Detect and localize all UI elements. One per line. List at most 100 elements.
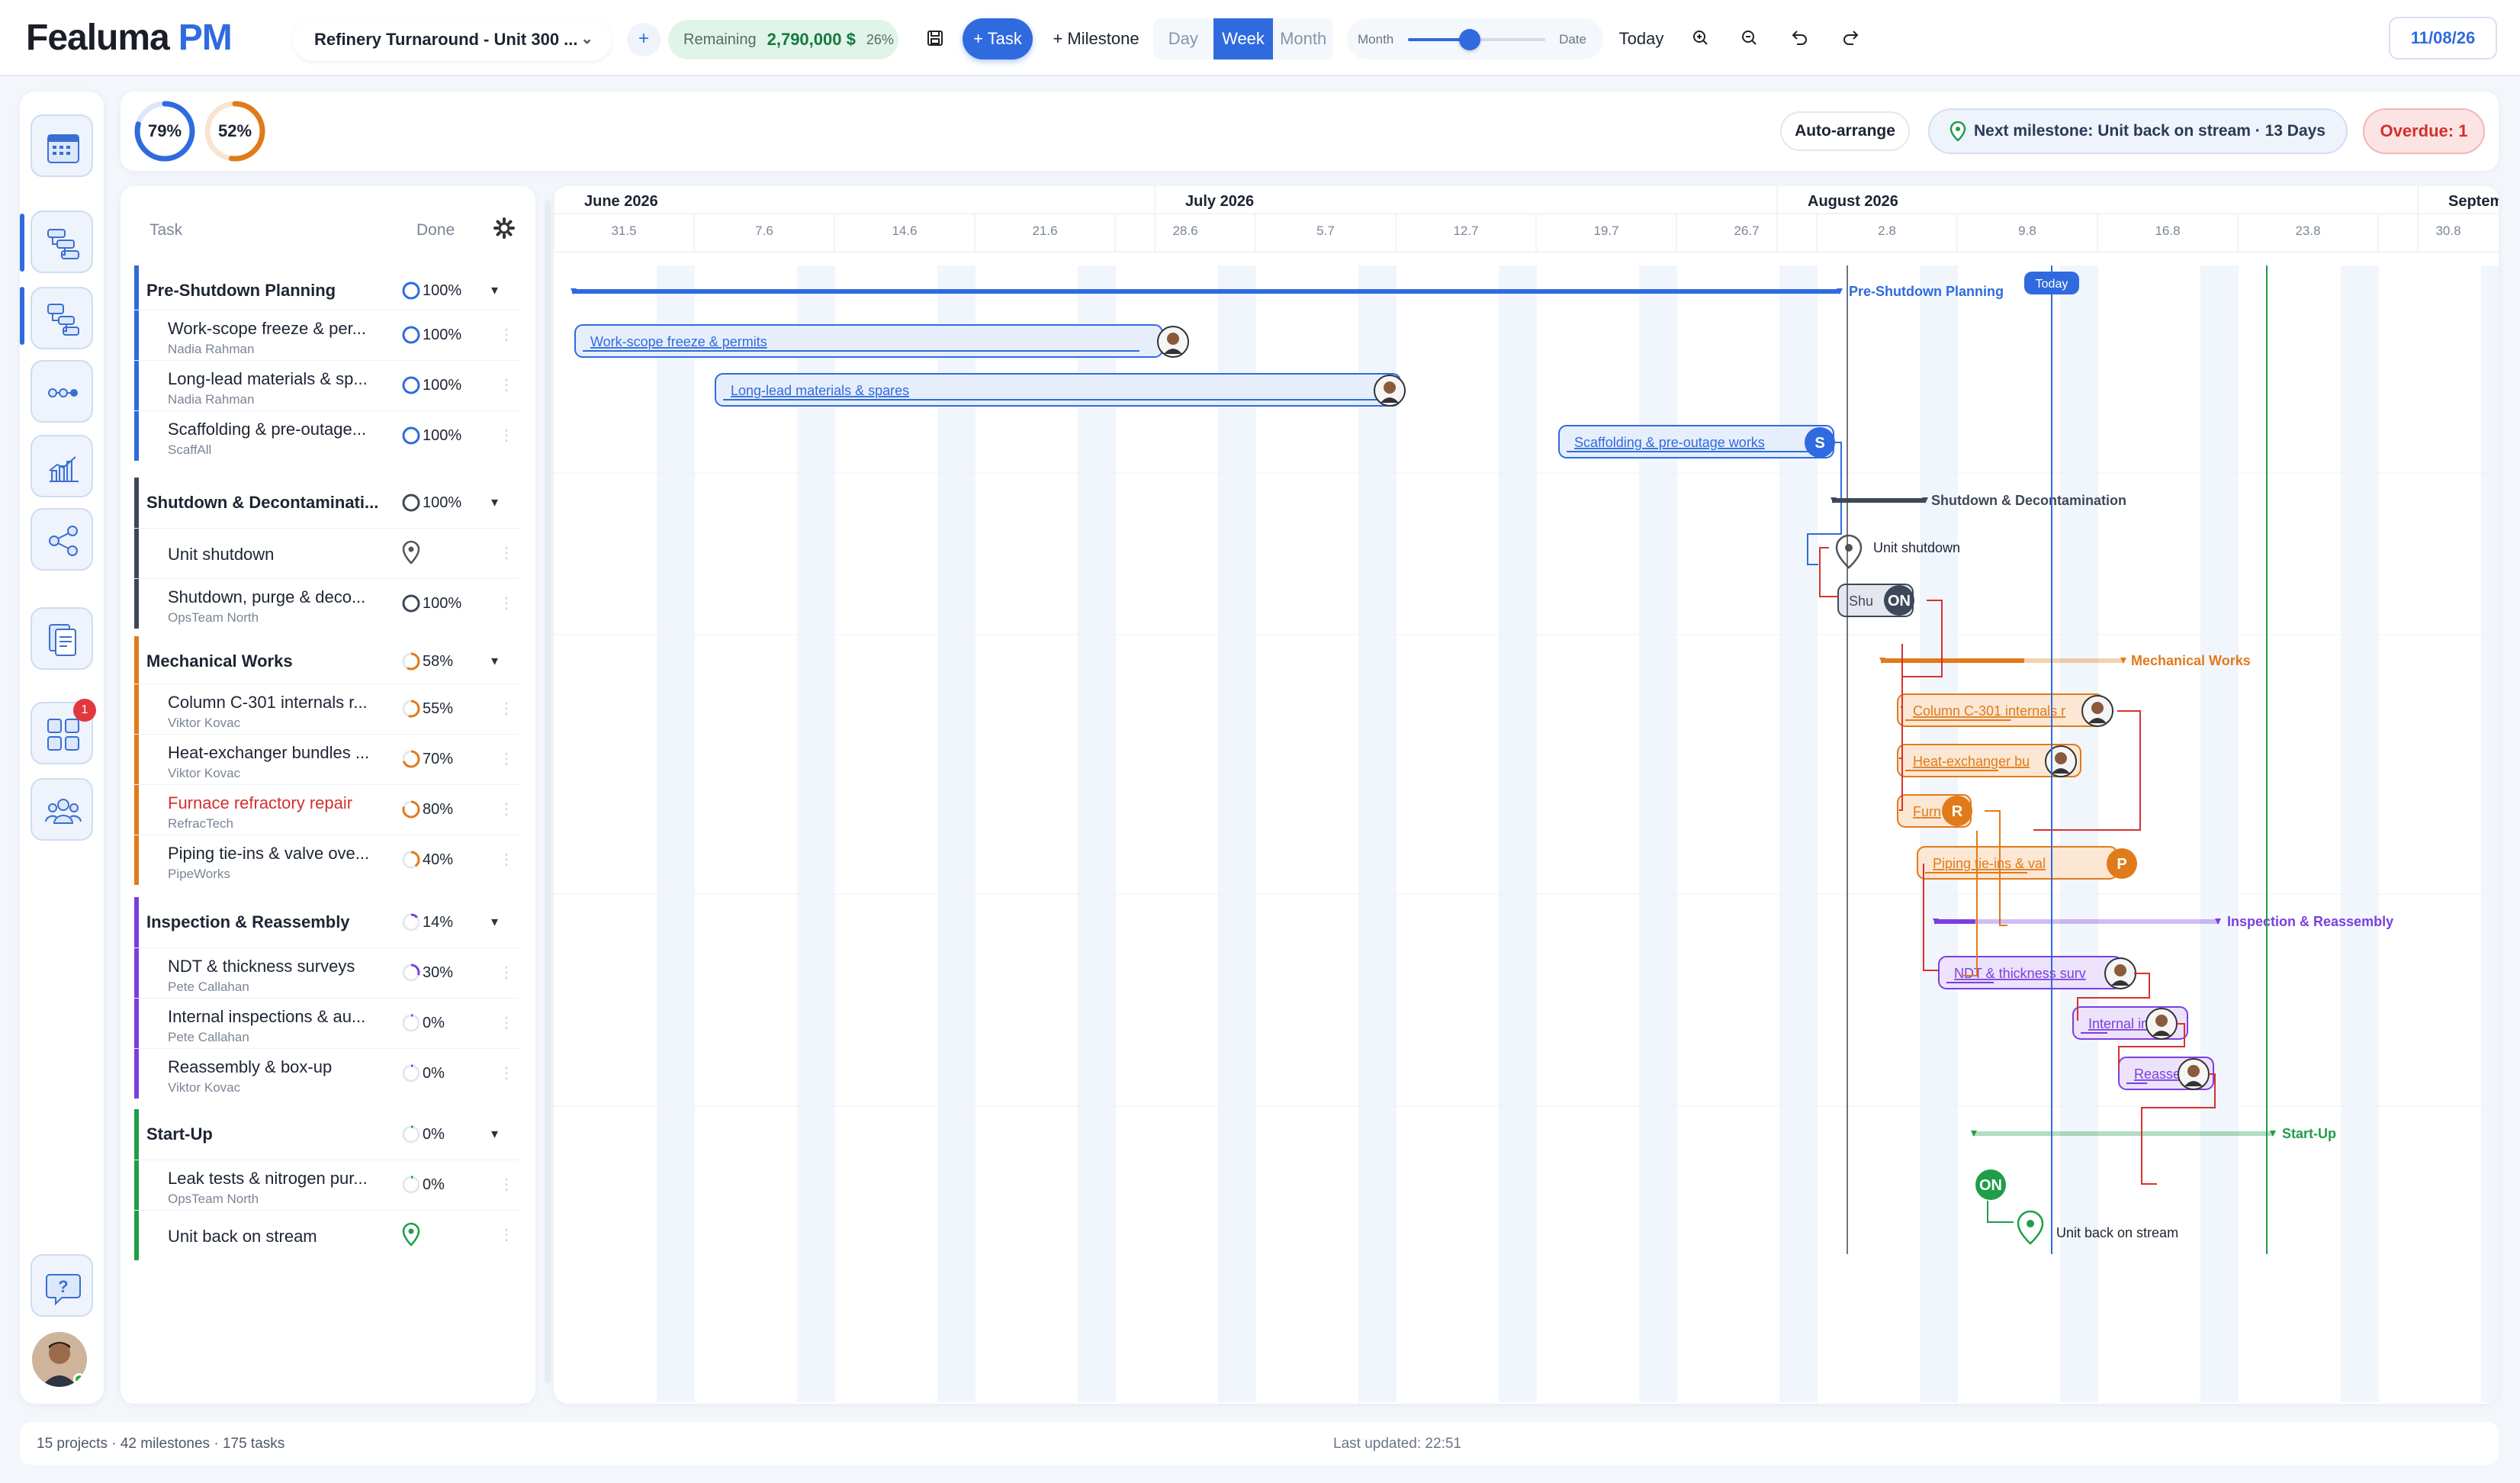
progress-ring-primary-label: 79% — [147, 121, 182, 140]
row-menu-icon[interactable]: ⋮ — [499, 963, 514, 982]
bar-internal-inspections-label: Internal in — [2088, 1016, 2149, 1031]
zoom-handle[interactable] — [1459, 29, 1480, 50]
help-nav-button[interactable]: ? — [31, 1254, 93, 1317]
group-row[interactable]: Inspection & Reassembly 14% ▾ — [134, 897, 519, 947]
gantt-canvas: June 2026 July 2026 August 2026 Septemb 31.5… — [554, 186, 2499, 1402]
workflow-nav-button[interactable] — [31, 360, 93, 423]
redo-icon[interactable] — [1834, 20, 1870, 56]
boards-nav-button[interactable]: 1 — [31, 699, 96, 764]
row-menu-icon[interactable]: ⋮ — [499, 1225, 514, 1244]
row-menu-icon[interactable]: ⋮ — [499, 1175, 514, 1194]
group-percent: 100% — [423, 282, 462, 299]
documents-nav-button[interactable] — [31, 607, 93, 670]
stats-bar: 79% 52% Auto-arrange Next milestone: Uni… — [121, 92, 2499, 171]
next-milestone-pill[interactable]: Next milestone: Unit back on stream · 13… — [1928, 108, 2348, 154]
row-menu-icon[interactable]: ⋮ — [499, 543, 514, 562]
week-label: 23.8 — [2295, 224, 2320, 238]
row-menu-icon[interactable]: ⋮ — [499, 375, 514, 394]
group-row[interactable]: Pre-Shutdown Planning 100% ▾ — [134, 265, 519, 316]
calendar-icon — [47, 134, 79, 163]
current-date[interactable]: 11/08/26 — [2389, 17, 2497, 60]
group-row[interactable]: Shutdown & Decontaminati... 100% ▾ — [134, 478, 519, 528]
weekend-stripe — [797, 265, 835, 1402]
task-row[interactable]: Unit back on stream ⋮ — [134, 1210, 519, 1260]
task-owner: Viktor Kovac — [168, 766, 241, 780]
row-menu-icon[interactable]: ⋮ — [499, 799, 514, 819]
task-name: Piping tie-ins & valve ove... — [168, 844, 370, 863]
task-progress-icon — [402, 426, 420, 445]
auto-arrange-button[interactable]: Auto-arrange — [1780, 111, 1910, 151]
task-progress-icon — [402, 376, 420, 394]
save-icon[interactable] — [917, 20, 953, 56]
task-owner: OpsTeam North — [168, 610, 259, 625]
view-month-tab[interactable]: Month — [1273, 18, 1333, 60]
user-avatar[interactable] — [32, 1332, 87, 1387]
row-menu-icon[interactable]: ⋮ — [499, 594, 514, 613]
collapse-caret-icon[interactable]: ▾ — [491, 914, 498, 930]
task-row[interactable]: Leak tests & nitrogen pur... OpsTeam Nort… — [134, 1160, 519, 1210]
wbs-nav-button[interactable] — [31, 287, 93, 349]
weekend-stripe — [657, 265, 695, 1402]
collapse-caret-icon[interactable]: ▾ — [491, 1126, 498, 1142]
today-button[interactable]: Today — [1606, 18, 1676, 60]
share-nav-button[interactable] — [31, 508, 93, 571]
view-day-tab[interactable]: Day — [1153, 18, 1213, 60]
row-menu-icon[interactable]: ⋮ — [499, 1063, 514, 1082]
team-nav-button[interactable] — [31, 778, 93, 841]
task-row[interactable]: Work-scope freeze & per... Nadia Rahman 10… — [134, 310, 519, 360]
table-settings-gear-icon[interactable] — [493, 217, 516, 243]
group-name: Pre-Shutdown Planning — [146, 281, 336, 300]
task-row[interactable]: Heat-exchanger bundles ... Viktor Kovac 70… — [134, 734, 519, 784]
task-row[interactable]: Column C-301 internals r... Viktor Kovac 5… — [134, 684, 519, 734]
add-milestone-button[interactable]: + Milestone — [1039, 18, 1153, 60]
gantt-nav-button[interactable] — [31, 211, 93, 273]
remaining-budget: Remaining 2,790,000 $ 26% — [668, 20, 898, 60]
view-week-tab[interactable]: Week — [1213, 18, 1274, 60]
calendar-nav-button[interactable] — [31, 114, 93, 177]
table-scrollbar[interactable] — [545, 200, 551, 1384]
row-menu-icon[interactable]: ⋮ — [499, 850, 514, 869]
overdue-badge[interactable]: Overdue: 1 — [2363, 108, 2485, 154]
row-menu-icon[interactable]: ⋮ — [499, 749, 514, 768]
group-row[interactable]: Mechanical Works 58% ▾ — [134, 636, 519, 687]
zoom-in-icon[interactable] — [1683, 20, 1719, 56]
task-row[interactable]: Furnace refractory repair RefracTech 80% ⋮ — [134, 784, 519, 835]
task-row[interactable]: Shutdown, purge & deco... OpsTeam North 10… — [134, 578, 519, 629]
undo-icon[interactable] — [1780, 20, 1817, 56]
week-label: 30.8 — [2435, 224, 2461, 238]
task-row[interactable]: Long-lead materials & sp... Nadia Rahman 1… — [134, 360, 519, 410]
task-percent: 40% — [423, 851, 454, 868]
bar-scaffolding-label: Scaffolding & pre-outage works — [1574, 435, 1765, 450]
task-row[interactable]: Piping tie-ins & valve ove... PipeWorks 40… — [134, 835, 519, 885]
add-task-button[interactable]: + Task — [963, 18, 1033, 60]
task-owner: Nadia Rahman — [168, 342, 255, 356]
zoom-max-label: Date — [1559, 32, 1586, 47]
row-menu-icon[interactable]: ⋮ — [499, 1013, 514, 1032]
task-row[interactable]: Unit shutdown ⋮ — [134, 528, 519, 578]
project-selector[interactable]: Refinery Turnaround - Unit 300 ... ⌄ — [293, 18, 612, 61]
group-label-inspection: Inspection & Reassembly — [2227, 914, 2393, 929]
task-row[interactable]: Internal inspections & au... Pete Callaha… — [134, 998, 519, 1048]
group-progress-icon — [402, 652, 420, 671]
collapse-caret-icon[interactable]: ▾ — [491, 282, 498, 298]
task-row[interactable]: Scaffolding & pre-outage... ScaffAll 100% ⋮ — [134, 410, 519, 461]
task-row[interactable]: Reassembly & box-up Viktor Kovac 0% ⋮ — [134, 1048, 519, 1099]
task-owner: RefracTech — [168, 816, 233, 831]
task-progress-icon — [402, 800, 420, 819]
row-menu-icon[interactable]: ⋮ — [499, 426, 514, 445]
reports-nav-button[interactable] — [31, 435, 93, 497]
group-row[interactable]: Start-Up 0% ▾ — [134, 1109, 519, 1160]
collapse-caret-icon[interactable]: ▾ — [491, 494, 498, 510]
group-name: Inspection & Reassembly — [146, 912, 350, 931]
view-switcher: Day Week Month — [1153, 18, 1333, 60]
row-menu-icon[interactable]: ⋮ — [499, 325, 514, 344]
collapse-caret-icon[interactable]: ▾ — [491, 653, 498, 669]
assignee-badge-on-text: ON — [1888, 593, 1911, 610]
zoom-out-icon[interactable] — [1731, 20, 1768, 56]
group-name: Mechanical Works — [146, 651, 293, 671]
task-name: Shutdown, purge & deco... — [168, 587, 366, 606]
task-row[interactable]: NDT & thickness surveys Pete Callahan 30% ⋮ — [134, 947, 519, 998]
task-progress-icon — [402, 963, 420, 982]
add-project-button[interactable]: + — [627, 23, 661, 56]
row-menu-icon[interactable]: ⋮ — [499, 699, 514, 718]
